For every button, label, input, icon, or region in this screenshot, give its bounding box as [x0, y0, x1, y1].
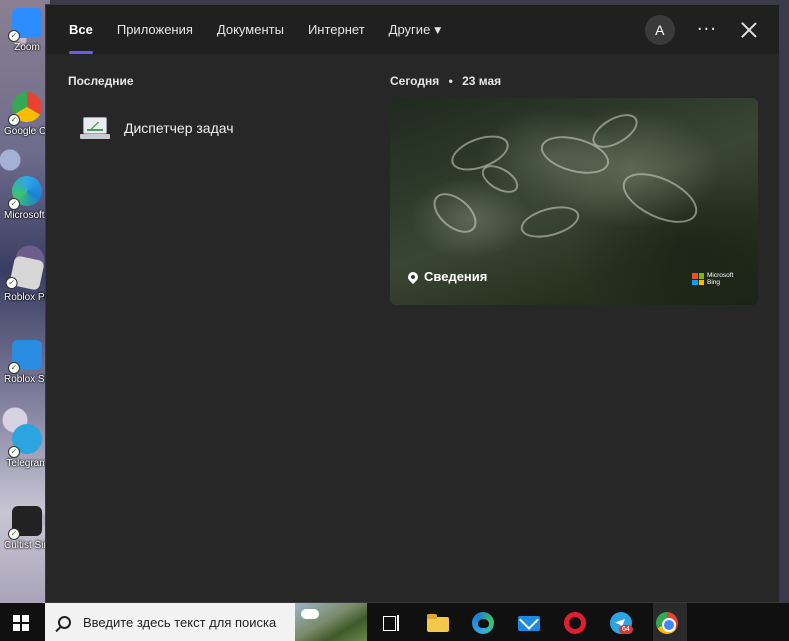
recent-item-task-manager[interactable]: Диспетчер задач [80, 115, 234, 141]
brand-line: Microsoft [707, 272, 734, 279]
zoom-icon: ✓ [8, 8, 42, 42]
location-pin-icon [405, 269, 421, 284]
roblox-player-icon: ✓ [4, 255, 45, 291]
bing-wallpaper-card[interactable]: Сведения Microsoft Bing [390, 98, 758, 305]
opera-icon[interactable] [564, 612, 586, 634]
search-tabs-bar: Все Приложения Документы Интернет Другие… [46, 5, 779, 54]
avatar[interactable]: A [644, 14, 675, 45]
desktop-icon-roblox-player[interactable]: ✓ Roblox Player [4, 255, 50, 324]
desktop-icon-roblox-studio[interactable]: ✓ Roblox Studio [4, 340, 50, 406]
microsoft-logo-icon [692, 273, 704, 285]
sync-check-icon: ✓ [8, 528, 20, 540]
card-info-link[interactable]: Сведения [405, 269, 488, 284]
more-options-icon[interactable]: ··· [697, 19, 717, 40]
mail-icon[interactable] [518, 612, 540, 634]
desktop-icon-cultist-simulator[interactable]: ✓ Cultist Simulator [4, 506, 50, 572]
task-manager-icon [80, 115, 110, 141]
search-highlight-image[interactable] [295, 603, 367, 641]
desktop-icon-label: Roblox Player [4, 292, 50, 303]
landscape-detail [615, 162, 705, 234]
cloud-icon [301, 609, 319, 619]
today-section-title: Сегодня • 23 мая [390, 74, 501, 88]
card-info-label: Сведения [424, 269, 488, 284]
landscape-detail [517, 200, 583, 244]
tab-all[interactable]: Все [57, 5, 105, 54]
recent-section-title: Последние [68, 74, 134, 88]
windows-start-icon[interactable] [13, 615, 29, 631]
sync-check-icon: ✓ [8, 446, 20, 458]
brand-line: Bing [707, 279, 721, 286]
desktop-background: ✓ Zoom ✓ Google Chrome ✓ Microsoft Edge … [0, 0, 50, 603]
desktop-icon-label: Microsoft Edge [4, 210, 50, 221]
chrome-icon[interactable] [656, 612, 678, 634]
tab-label: Документы [216, 22, 284, 37]
today-label: Сегодня [390, 74, 440, 88]
sync-check-icon: ✓ [8, 114, 20, 126]
edge-icon[interactable] [472, 612, 494, 634]
tab-label: Другие [388, 22, 431, 37]
sync-check-icon: ✓ [4, 275, 19, 291]
tab-web[interactable]: Интернет [296, 5, 377, 54]
file-explorer-icon[interactable] [427, 612, 449, 634]
edge-icon: ✓ [8, 176, 42, 210]
tab-more-dropdown[interactable]: Другие ▼ [377, 5, 454, 54]
search-panel: Все Приложения Документы Интернет Другие… [45, 4, 780, 603]
taskbar-search-box[interactable]: Введите здесь текст для поиска [45, 603, 367, 641]
desktop-icon-label: Cultist Simulator [4, 540, 50, 551]
roblox-studio-icon: ✓ [8, 340, 42, 374]
sync-check-icon: ✓ [8, 30, 20, 42]
tab-apps[interactable]: Приложения [105, 5, 205, 54]
chevron-down-icon: ▼ [434, 26, 442, 36]
desktop-icon-label: Google Chrome [4, 126, 50, 137]
landscape-detail [426, 185, 484, 241]
taskbar: Введите здесь текст для поиска 64 [0, 603, 789, 641]
tab-label: Интернет [307, 22, 365, 37]
sync-check-icon: ✓ [8, 362, 20, 374]
tab-label: Приложения [116, 22, 193, 37]
desktop-icon-label: Telegram [6, 458, 48, 469]
task-view-icon[interactable] [381, 612, 403, 634]
recent-item-label: Диспетчер задач [124, 120, 234, 136]
separator: • [448, 74, 453, 88]
desktop-icon-edge[interactable]: ✓ Microsoft Edge [4, 176, 50, 242]
chrome-icon: ✓ [8, 92, 42, 126]
search-placeholder: Введите здесь текст для поиска [83, 614, 277, 630]
microsoft-bing-logo: Microsoft Bing [692, 272, 733, 286]
desktop-icon-telegram[interactable]: ✓ Telegram [4, 424, 50, 490]
desktop-icon-chrome[interactable]: ✓ Google Chrome [4, 92, 50, 158]
desktop-icon-zoom[interactable]: ✓ Zoom [4, 8, 50, 74]
close-icon[interactable] [741, 22, 757, 38]
tab-documents[interactable]: Документы [205, 5, 296, 54]
desktop-icon-label: Zoom [14, 42, 40, 53]
telegram-unread-badge: 64 [619, 625, 633, 634]
telegram-icon: ✓ [8, 424, 42, 458]
search-icon [58, 615, 71, 629]
desktop-icon-label: Roblox Studio [4, 374, 50, 385]
sync-check-icon: ✓ [8, 198, 20, 210]
tab-label: Все [69, 22, 93, 37]
today-date: 23 мая [462, 74, 502, 88]
cultist-simulator-icon: ✓ [8, 506, 42, 540]
